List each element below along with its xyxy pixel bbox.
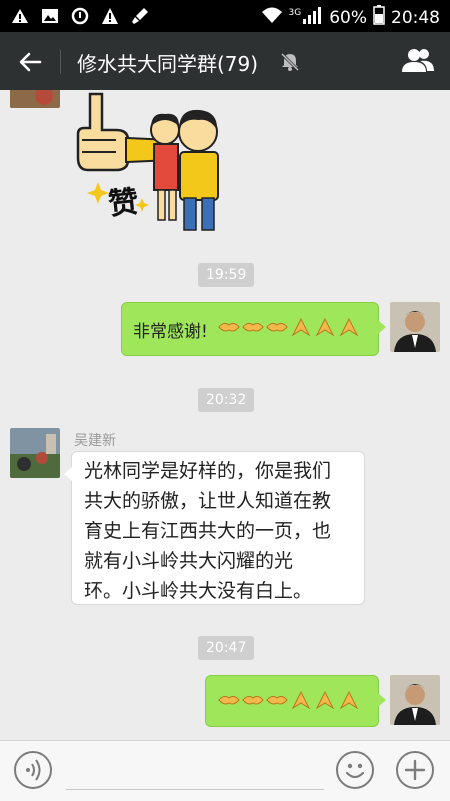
my-avatar[interactable] xyxy=(390,675,440,725)
status-bar: 3G 60% 20:48 xyxy=(0,0,450,32)
battery-percent: 60% xyxy=(329,7,367,28)
handshake-icon xyxy=(266,695,288,705)
handshake-icon xyxy=(242,322,264,332)
message-text: 非常感谢! xyxy=(133,322,208,342)
network-type: 3G xyxy=(288,7,302,18)
received-message-bubble[interactable]: 光林同学是好样的，你是我们 共大的骄傲，让世人知道在教 育史上有江西共大的一页，… xyxy=(64,451,365,605)
group-members-button[interactable] xyxy=(400,45,436,77)
emoji-icon xyxy=(345,763,365,779)
pray-icon xyxy=(291,318,311,336)
image-icon xyxy=(40,6,60,26)
my-avatar[interactable] xyxy=(390,302,440,352)
alert-icon xyxy=(100,6,120,26)
status-right: 3G 60% 20:48 xyxy=(261,5,440,30)
timestamp: 20:32 xyxy=(198,388,255,412)
handshake-pray-emojis xyxy=(218,318,360,336)
sender-avatar[interactable] xyxy=(10,428,60,478)
message-line: 环。小斗岭共大没有白上。 xyxy=(84,580,313,602)
sent-message-bubble[interactable]: 非常感谢! xyxy=(121,302,386,356)
voice-icon xyxy=(26,759,41,781)
member-avatar-top[interactable] xyxy=(10,90,60,108)
plus-icon xyxy=(404,759,426,781)
sticker-caption: 赞 xyxy=(106,184,141,223)
sender-name: 吴建新 xyxy=(74,433,116,449)
clock: 20:48 xyxy=(391,7,440,28)
group-members-icon xyxy=(402,49,434,72)
message-line: 光林同学是好样的，你是我们 xyxy=(84,460,332,482)
pray-icon xyxy=(339,691,359,709)
warning-photo-icon xyxy=(10,6,30,26)
pray-icon xyxy=(315,691,335,709)
timestamp: 20:47 xyxy=(198,636,255,660)
handshake-icon xyxy=(242,695,264,705)
notification-icons xyxy=(10,6,150,26)
message-line: 育史上有江西共大的一页，也 xyxy=(84,520,332,542)
chat-header: 修水共大同学群(79) xyxy=(0,32,450,90)
back-button[interactable] xyxy=(14,46,46,78)
handshake-icon xyxy=(218,695,240,705)
timestamp: 19:59 xyxy=(198,263,255,287)
brush-icon xyxy=(130,6,150,26)
mute-bell-icon xyxy=(279,51,301,73)
message-line: 共大的骄傲，让世人知道在教 xyxy=(84,490,332,512)
back-arrow-icon xyxy=(19,52,42,72)
battery-icon xyxy=(373,5,385,30)
voice-button[interactable] xyxy=(14,751,52,789)
chat-messages[interactable]: 赞 19:59 非常感谢! 20:32 吴建新 光林同学是好样的，你是我们 共大… xyxy=(0,90,450,740)
handshake-icon xyxy=(218,322,240,332)
thumbs-up-sticker[interactable]: 赞 xyxy=(72,90,232,235)
emoji-button[interactable] xyxy=(336,751,374,789)
message-line: 就有小斗岭共大闪耀的光 xyxy=(84,550,294,572)
pray-icon xyxy=(339,318,359,336)
pray-icon xyxy=(315,318,335,336)
wifi-icon xyxy=(261,6,283,29)
handshake-icon xyxy=(266,322,288,332)
message-input[interactable] xyxy=(66,789,324,790)
more-button[interactable] xyxy=(396,751,434,789)
chat-title: 修水共大同学群(79) xyxy=(77,52,259,76)
sent-message-bubble[interactable] xyxy=(205,675,386,727)
signal-icon xyxy=(303,6,323,29)
sync-icon xyxy=(70,6,90,26)
header-divider xyxy=(60,50,61,74)
input-bar xyxy=(0,740,450,801)
pray-icon xyxy=(291,691,311,709)
handshake-pray-emojis xyxy=(218,691,360,709)
